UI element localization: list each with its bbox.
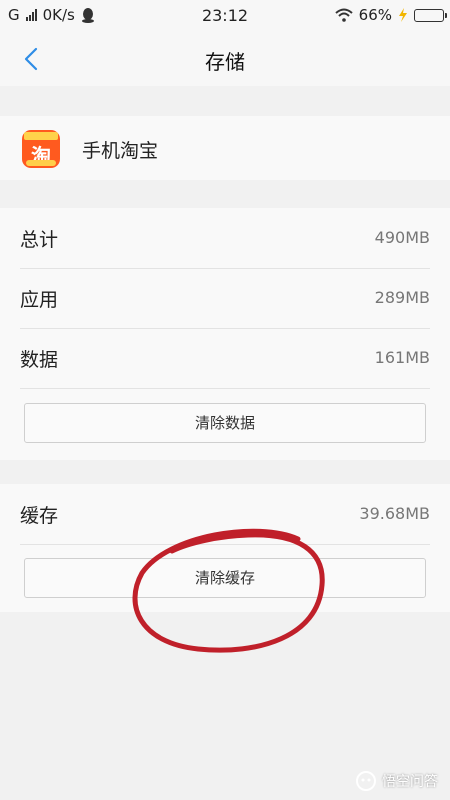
storage-row-value: 490MB <box>374 228 430 247</box>
storage-row-total: 总计 490MB <box>0 208 450 268</box>
storage-row-label: 数据 <box>20 349 59 371</box>
taobao-app-icon: 淘 <box>22 130 60 168</box>
storage-row-value: 161MB <box>374 348 430 367</box>
watermark-text: 悟空问答 <box>382 774 438 790</box>
status-bar: G 0K/s 23:12 66% <box>0 0 450 32</box>
battery-percent: 66% <box>358 6 392 24</box>
storage-row-value: 289MB <box>374 288 430 307</box>
divider <box>20 388 430 389</box>
storage-row-label: 应用 <box>20 289 59 311</box>
watermark: 悟空问答 <box>355 770 438 792</box>
battery-icon <box>414 8 447 22</box>
storage-row-app: 应用 289MB <box>0 268 450 328</box>
charging-icon <box>399 8 407 22</box>
red-circle-annotation <box>132 528 325 653</box>
watermark-logo-icon <box>356 771 376 791</box>
clear-data-button[interactable]: 清除数据 <box>24 403 426 443</box>
cache-label: 缓存 <box>20 505 59 527</box>
app-name: 手机淘宝 <box>82 140 159 162</box>
wifi-icon <box>334 8 353 22</box>
cache-value: 39.68MB <box>359 504 430 523</box>
page-title: 存储 <box>205 50 245 74</box>
storage-row-data: 数据 161MB <box>0 328 450 388</box>
status-right: 66% <box>334 6 447 24</box>
app-info-row: 淘 手机淘宝 <box>0 116 450 180</box>
nav-bar: 存储 <box>0 32 450 86</box>
storage-stats-section: 总计 490MB 应用 289MB 数据 161MB 清除数据 <box>0 208 450 460</box>
storage-row-label: 总计 <box>20 229 59 251</box>
